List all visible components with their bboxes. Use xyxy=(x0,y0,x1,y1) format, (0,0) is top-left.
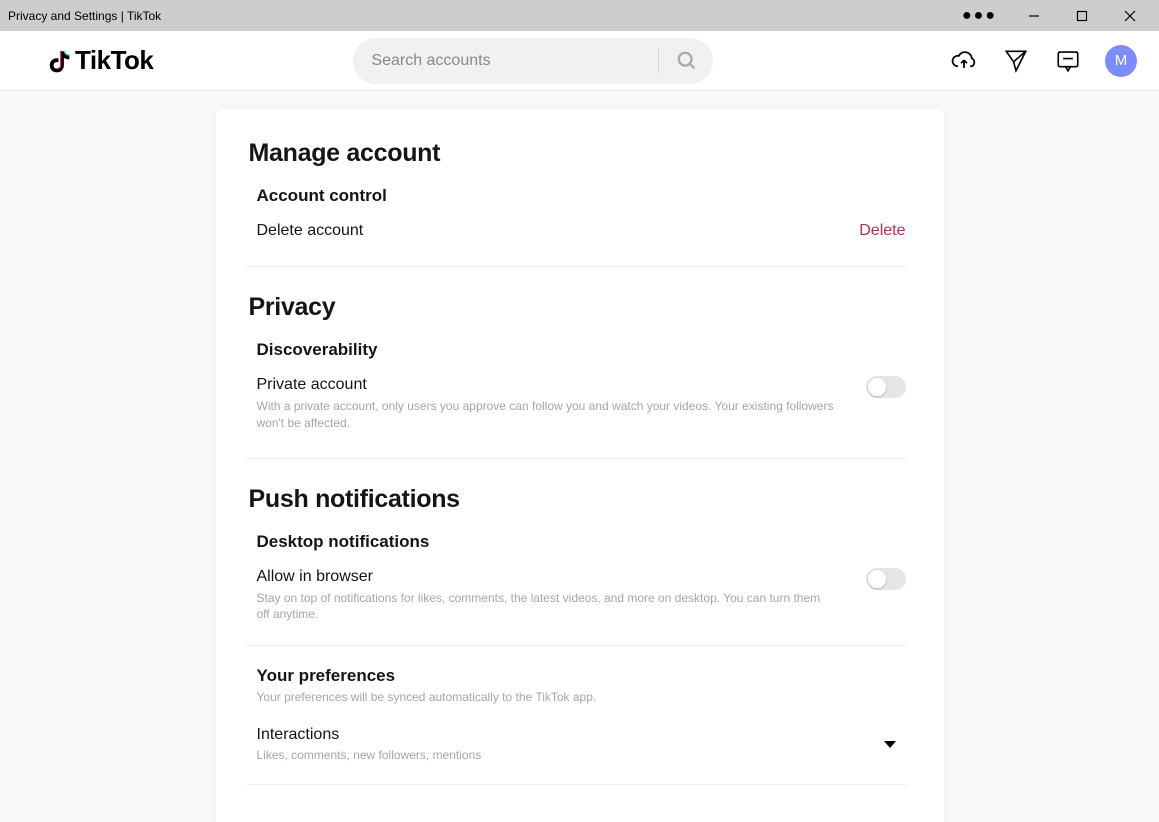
search-input[interactable] xyxy=(371,52,652,70)
window-titlebar: Privacy and Settings | TikTok ●●● xyxy=(0,0,1159,31)
private-account-desc: With a private account, only users you a… xyxy=(257,398,837,432)
search-icon xyxy=(676,50,698,72)
tiktok-note-icon xyxy=(46,46,72,76)
chevron-down-icon[interactable] xyxy=(884,741,896,748)
interactions-row[interactable]: Interactions Likes, comments, new follow… xyxy=(249,704,906,762)
allow-browser-label: Allow in browser xyxy=(257,568,846,586)
divider xyxy=(247,458,906,459)
allow-browser-row: Allow in browser Stay on top of notifica… xyxy=(249,564,906,628)
settings-card: Manage account Account control Delete ac… xyxy=(216,109,944,822)
private-account-label: Private account xyxy=(257,376,846,394)
interactions-desc: Likes, comments, new followers, mentions xyxy=(257,748,482,762)
divider xyxy=(247,645,906,646)
manage-account-title: Manage account xyxy=(249,139,906,168)
your-preferences-heading: Your preferences xyxy=(257,666,906,686)
search-button[interactable] xyxy=(669,43,705,79)
tiktok-logo[interactable]: TikTok xyxy=(46,45,153,76)
delete-account-link[interactable]: Delete xyxy=(859,222,905,240)
account-control-heading: Account control xyxy=(257,186,906,206)
window-title: Privacy and Settings | TikTok xyxy=(8,9,956,23)
delete-account-row: Delete account Delete xyxy=(249,218,906,244)
avatar[interactable]: M xyxy=(1105,45,1137,77)
minimize-button[interactable] xyxy=(1017,2,1051,30)
interactions-label: Interactions xyxy=(257,726,482,744)
top-nav: TikTok xyxy=(0,31,1159,91)
upload-button[interactable] xyxy=(949,46,979,76)
close-button[interactable] xyxy=(1113,2,1147,30)
allow-browser-desc: Stay on top of notifications for likes, … xyxy=(257,590,837,624)
maximize-button[interactable] xyxy=(1065,2,1099,30)
messages-button[interactable] xyxy=(1001,46,1031,76)
privacy-title: Privacy xyxy=(249,293,906,322)
delete-account-label: Delete account xyxy=(257,222,840,240)
more-icon[interactable]: ●●● xyxy=(956,7,1003,25)
divider xyxy=(247,266,906,267)
push-notifications-title: Push notifications xyxy=(249,485,906,514)
search-divider xyxy=(658,48,659,74)
discoverability-heading: Discoverability xyxy=(257,340,906,360)
divider xyxy=(247,784,906,785)
inbox-icon xyxy=(1055,48,1081,74)
private-account-row: Private account With a private account, … xyxy=(249,372,906,436)
your-preferences-desc: Your preferences will be synced automati… xyxy=(257,690,906,704)
desktop-notifications-heading: Desktop notifications xyxy=(257,532,906,552)
brand-text: TikTok xyxy=(75,45,153,76)
avatar-initial: M xyxy=(1115,52,1128,69)
cloud-upload-icon xyxy=(950,47,978,75)
allow-browser-toggle[interactable] xyxy=(866,568,906,590)
inbox-button[interactable] xyxy=(1053,46,1083,76)
main-area: Manage account Account control Delete ac… xyxy=(0,91,1159,822)
search-bar[interactable] xyxy=(353,38,713,84)
private-account-toggle[interactable] xyxy=(866,376,906,398)
send-icon xyxy=(1003,48,1029,74)
